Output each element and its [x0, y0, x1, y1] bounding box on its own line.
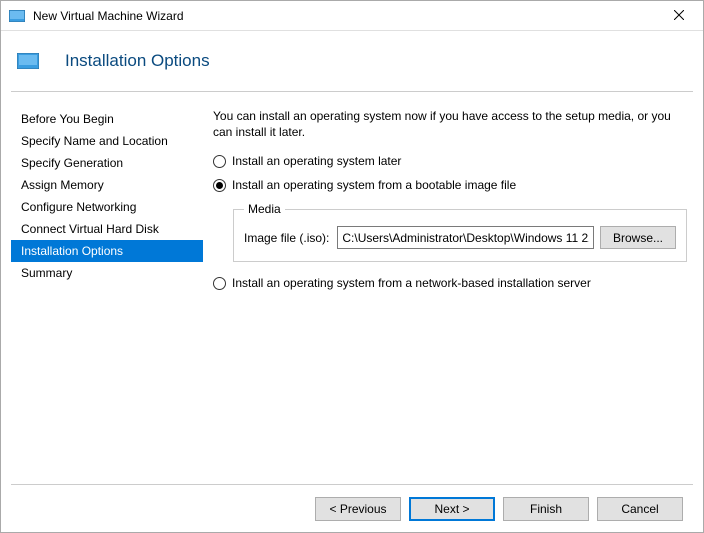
- titlebar-title: New Virtual Machine Wizard: [33, 9, 184, 23]
- sidebar-item-specify-generation[interactable]: Specify Generation: [11, 152, 203, 174]
- vm-header-icon: [17, 53, 39, 69]
- wizard-footer: < Previous Next > Finish Cancel: [11, 484, 693, 532]
- page-title: Installation Options: [65, 51, 210, 71]
- main-panel: You can install an operating system now …: [211, 102, 693, 474]
- image-file-label: Image file (.iso):: [244, 231, 329, 245]
- sidebar-item-configure-networking[interactable]: Configure Networking: [11, 196, 203, 218]
- finish-button[interactable]: Finish: [503, 497, 589, 521]
- previous-button[interactable]: < Previous: [315, 497, 401, 521]
- option-install-image[interactable]: Install an operating system from a boota…: [213, 178, 687, 192]
- option-install-later[interactable]: Install an operating system later: [213, 154, 687, 168]
- wizard-window: New Virtual Machine Wizard Installation …: [0, 0, 704, 533]
- cancel-button[interactable]: Cancel: [597, 497, 683, 521]
- radio-icon: [213, 155, 226, 168]
- option-install-network-label: Install an operating system from a netwo…: [232, 276, 591, 290]
- option-install-image-label: Install an operating system from a boota…: [232, 178, 516, 192]
- option-install-network[interactable]: Install an operating system from a netwo…: [213, 276, 687, 290]
- image-file-input[interactable]: [337, 226, 594, 249]
- option-install-later-label: Install an operating system later: [232, 154, 401, 168]
- wizard-header: Installation Options: [1, 31, 703, 91]
- media-row: Image file (.iso): Browse...: [244, 226, 676, 249]
- media-legend: Media: [244, 202, 285, 216]
- sidebar-item-specify-name[interactable]: Specify Name and Location: [11, 130, 203, 152]
- media-fieldset: Media Image file (.iso): Browse...: [233, 202, 687, 262]
- sidebar-item-summary[interactable]: Summary: [11, 262, 203, 284]
- intro-text: You can install an operating system now …: [213, 108, 687, 140]
- vm-icon: [9, 10, 25, 22]
- browse-button[interactable]: Browse...: [600, 226, 676, 249]
- close-button[interactable]: [659, 1, 699, 29]
- titlebar: New Virtual Machine Wizard: [1, 1, 703, 31]
- sidebar-item-assign-memory[interactable]: Assign Memory: [11, 174, 203, 196]
- wizard-sidebar: Before You Begin Specify Name and Locati…: [11, 102, 203, 474]
- content-area: Before You Begin Specify Name and Locati…: [1, 92, 703, 484]
- close-icon: [674, 10, 684, 20]
- radio-icon: [213, 277, 226, 290]
- sidebar-item-before-you-begin[interactable]: Before You Begin: [11, 108, 203, 130]
- next-button[interactable]: Next >: [409, 497, 495, 521]
- sidebar-item-connect-vhd[interactable]: Connect Virtual Hard Disk: [11, 218, 203, 240]
- sidebar-item-installation-options[interactable]: Installation Options: [11, 240, 203, 262]
- radio-checked-icon: [213, 179, 226, 192]
